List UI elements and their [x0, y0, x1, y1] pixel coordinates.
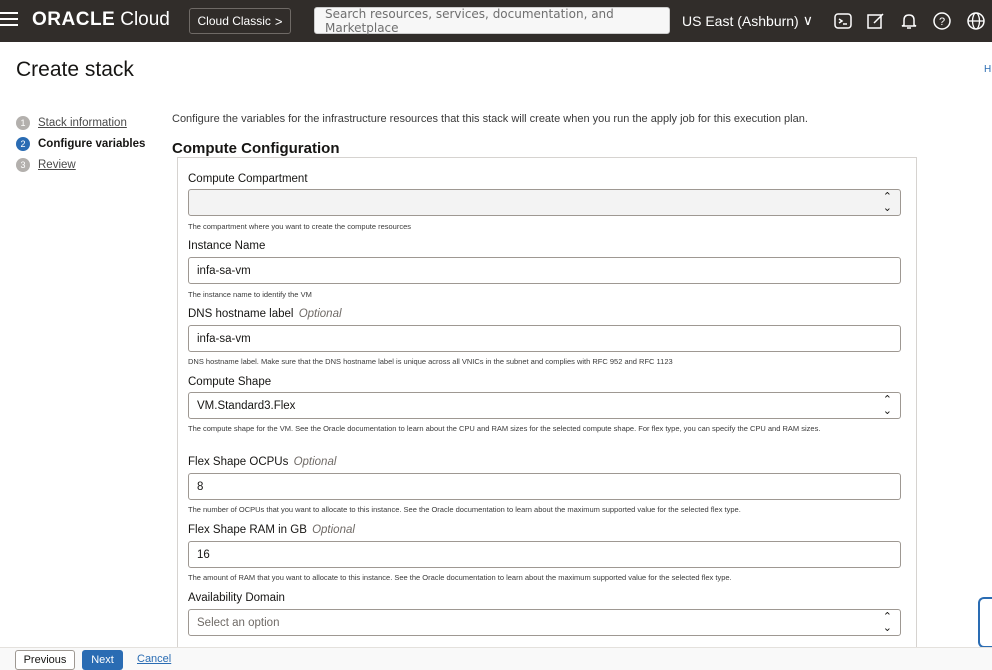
oracle-cloud-logo[interactable]: ORACLE Cloud	[32, 9, 170, 31]
availability-domain-placeholder: Select an option	[197, 616, 280, 629]
compartment-label: Compute Compartment	[188, 173, 308, 185]
flex-ram-label: Flex Shape RAM in GB Optional	[188, 524, 355, 536]
updown-icon: ⌃ ⌄	[882, 610, 892, 634]
region-selector[interactable]: US East (Ashburn) ∨	[682, 12, 813, 29]
instance-name-value: infa-sa-vm	[197, 264, 251, 277]
search-placeholder: Search resources, services, documentatio…	[325, 6, 614, 35]
dns-hostname-label-text: DNS hostname label	[188, 308, 294, 320]
help-icon[interactable]: ?	[932, 11, 952, 31]
logo-oracle-text: ORACLE	[32, 9, 116, 30]
language-icon[interactable]	[966, 11, 986, 31]
notifications-icon[interactable]	[899, 11, 919, 31]
intro-text: Configure the variables for the infrastr…	[172, 113, 808, 125]
dns-hostname-help: DNS hostname label. Make sure that the D…	[188, 357, 673, 366]
step-configure-variables: 2 Configure variables	[16, 133, 166, 154]
edit-icon[interactable]	[866, 11, 886, 31]
flex-ocpus-label: Flex Shape OCPUs Optional	[188, 456, 336, 468]
step-label[interactable]: Stack information	[38, 117, 127, 129]
step-label[interactable]: Review	[38, 159, 76, 171]
instance-name-label: Instance Name	[188, 240, 266, 252]
chevron-down-icon: ∨	[802, 12, 813, 28]
next-button[interactable]: Next	[82, 650, 123, 670]
cloud-classic-button[interactable]: Cloud Classic >	[189, 8, 291, 34]
availability-domain-label: Availability Domain	[188, 592, 285, 604]
cloud-shell-icon[interactable]	[833, 11, 853, 31]
optional-tag: Optional	[298, 308, 342, 320]
flex-ocpus-help: The number of OCPUs that you want to all…	[188, 505, 741, 514]
compute-shape-select[interactable]: VM.Standard3.Flex ⌃ ⌄	[188, 392, 901, 419]
compute-shape-value: VM.Standard3.Flex	[197, 399, 296, 412]
chevron-right-icon: >	[274, 13, 283, 29]
instance-name-help: The instance name to identify the VM	[188, 290, 312, 299]
bottom-bar: Previous Next Cancel	[0, 647, 992, 670]
help-link[interactable]: H	[984, 64, 991, 75]
compute-configuration-panel: Compute Compartment ⌃ ⌄ The compartment w…	[177, 157, 917, 647]
step-review[interactable]: 3 Review	[16, 154, 166, 175]
flex-ram-value: 16	[197, 548, 210, 561]
compartment-select[interactable]: ⌃ ⌄	[188, 189, 901, 216]
updown-icon: ⌃ ⌄	[882, 190, 892, 214]
compartment-help: The compartment where you want to create…	[188, 222, 412, 231]
feedback-tab[interactable]	[978, 597, 992, 648]
search-input[interactable]: Search resources, services, documentatio…	[314, 6, 670, 35]
dns-hostname-label: DNS hostname label Optional	[188, 308, 342, 320]
updown-icon: ⌃ ⌄	[882, 393, 892, 417]
flex-ram-label-text: Flex Shape RAM in GB	[188, 524, 307, 536]
page-title: Create stack	[16, 58, 134, 81]
top-bar: ORACLE Cloud Cloud Classic > Search reso…	[0, 0, 992, 42]
cancel-link[interactable]: Cancel	[137, 653, 171, 665]
compute-shape-help: The compute shape for the VM. See the Or…	[188, 424, 821, 433]
optional-tag: Optional	[312, 524, 355, 536]
previous-button[interactable]: Previous	[15, 650, 75, 670]
flex-ocpus-input[interactable]: 8	[188, 473, 901, 500]
flex-ocpus-value: 8	[197, 480, 204, 493]
step-number: 2	[16, 136, 30, 151]
flex-ram-help: The amount of RAM that you want to alloc…	[188, 573, 732, 582]
hamburger-menu-icon[interactable]	[0, 12, 18, 28]
step-number: 3	[16, 157, 30, 172]
cloud-classic-label: Cloud Classic	[197, 14, 271, 28]
step-label: Configure variables	[38, 137, 146, 150]
optional-tag: Optional	[293, 456, 337, 468]
step-number: 1	[16, 115, 30, 130]
logo-cloud-text: Cloud	[120, 9, 170, 30]
dns-hostname-input[interactable]: infa-sa-vm	[188, 325, 901, 352]
svg-text:?: ?	[939, 16, 945, 28]
availability-domain-select[interactable]: Select an option ⌃ ⌄	[188, 609, 901, 636]
flex-ocpus-label-text: Flex Shape OCPUs	[188, 456, 289, 468]
dns-hostname-value: infa-sa-vm	[197, 332, 251, 345]
flex-ram-input[interactable]: 16	[188, 541, 901, 568]
region-label: US East (Ashburn)	[682, 12, 799, 29]
compute-shape-label: Compute Shape	[188, 376, 272, 388]
step-stack-information[interactable]: 1 Stack information	[16, 112, 166, 133]
section-title: Compute Configuration	[172, 140, 340, 157]
instance-name-input[interactable]: infa-sa-vm	[188, 257, 901, 284]
wizard-steps: 1 Stack information 2 Configure variable…	[16, 112, 166, 175]
